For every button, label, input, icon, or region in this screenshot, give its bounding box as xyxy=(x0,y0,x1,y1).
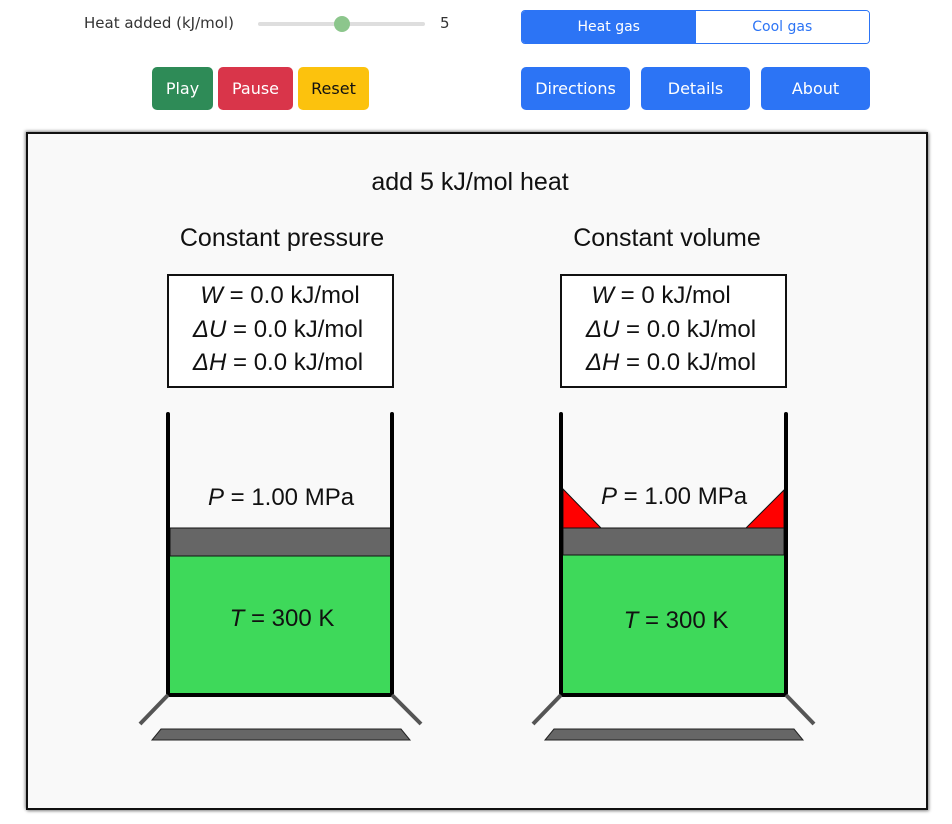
piston xyxy=(562,527,785,556)
simulation-canvas: add 5 kJ/mol heat Constant pressure W = … xyxy=(138,168,816,741)
stand-leg-left xyxy=(138,693,170,726)
stand-leg-right xyxy=(784,693,816,726)
pressure-readout: P = 1.00 MPa xyxy=(208,484,355,511)
piston xyxy=(169,527,392,557)
piston-stop-left xyxy=(562,487,603,529)
heat-cool-toggle: Heat gas Cool gas xyxy=(521,10,870,44)
heater-base xyxy=(543,728,805,741)
reset-button[interactable]: Reset xyxy=(298,67,369,110)
pressure-readout: P = 1.00 MPa xyxy=(601,483,748,510)
enthalpy-readout: ΔH = 0.0 kJ/mol xyxy=(192,349,363,376)
heat-added-value: 5 xyxy=(440,14,450,32)
pause-button[interactable]: Pause xyxy=(218,67,293,110)
simulation-panel: add 5 kJ/mol heat Constant pressure W = … xyxy=(26,132,928,810)
temperature-readout: T = 300 K xyxy=(230,605,335,632)
stand-leg-left xyxy=(531,693,563,726)
enthalpy-readout: ΔH = 0.0 kJ/mol xyxy=(585,349,756,376)
internal-energy-readout: ΔU = 0.0 kJ/mol xyxy=(585,316,756,343)
constant-pressure-heading: Constant pressure xyxy=(180,224,384,252)
constant-volume-heading: Constant volume xyxy=(573,224,761,252)
constant-pressure-system: Constant pressure W = 0.0 kJ/mol ΔU = 0.… xyxy=(138,224,423,741)
play-button[interactable]: Play xyxy=(152,67,213,110)
heater-base xyxy=(150,728,412,741)
cool-gas-option[interactable]: Cool gas xyxy=(695,11,869,43)
stand-leg-right xyxy=(390,693,423,726)
heat-gas-option[interactable]: Heat gas xyxy=(522,11,696,43)
about-button[interactable]: About xyxy=(761,67,870,110)
work-readout: W = 0.0 kJ/mol xyxy=(200,282,359,309)
heat-added-slider-thumb[interactable] xyxy=(333,16,350,32)
sim-title: add 5 kJ/mol heat xyxy=(371,168,568,196)
internal-energy-readout: ΔU = 0.0 kJ/mol xyxy=(192,316,363,343)
work-readout: W = 0 kJ/mol xyxy=(591,282,730,309)
heat-added-label: Heat added (kJ/mol) xyxy=(84,14,234,32)
directions-button[interactable]: Directions xyxy=(521,67,630,110)
constant-volume-system: Constant volume W = 0 kJ/mol ΔU = 0.0 kJ… xyxy=(531,224,816,741)
details-button[interactable]: Details xyxy=(641,67,750,110)
temperature-readout: T = 300 K xyxy=(624,607,729,634)
piston-stop-right xyxy=(744,488,785,529)
